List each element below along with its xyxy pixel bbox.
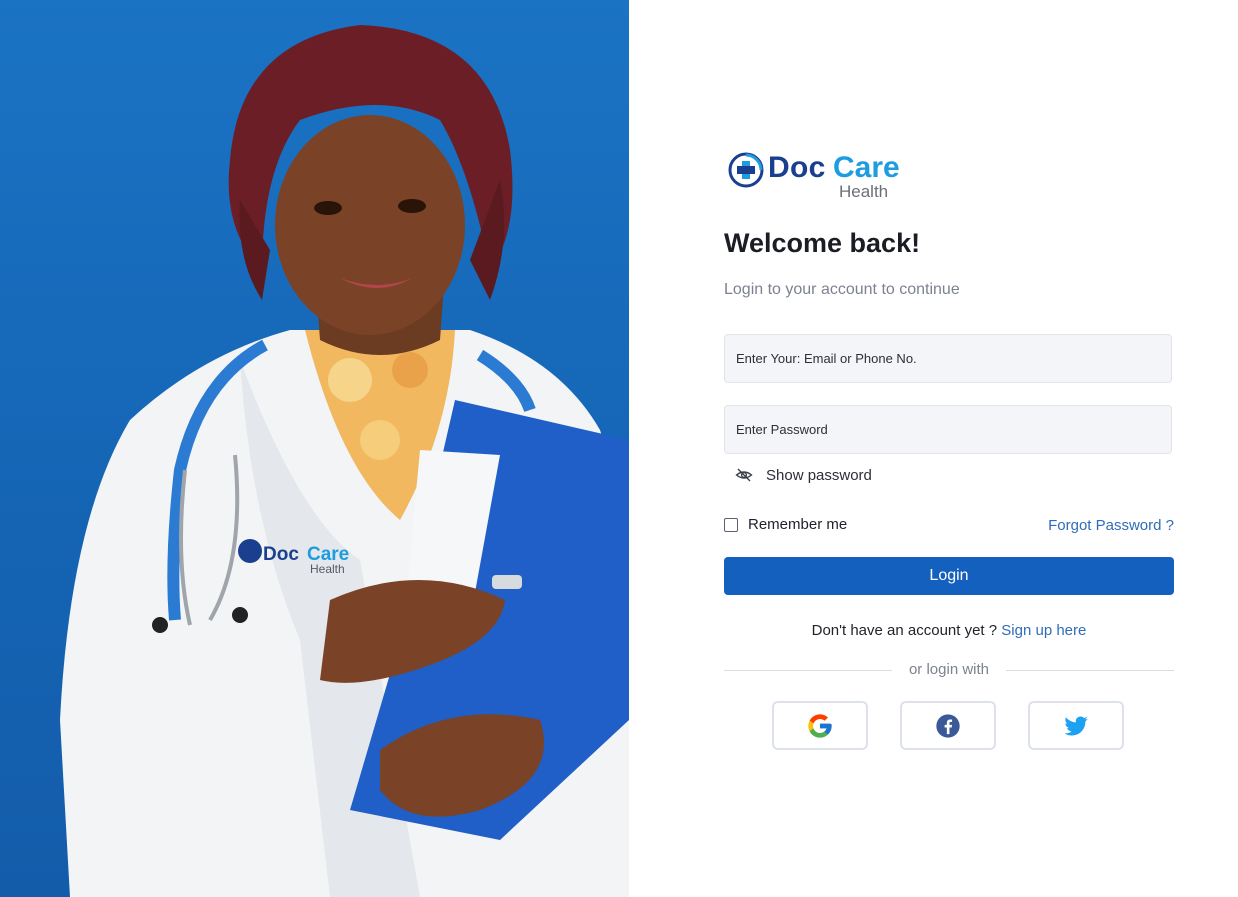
twitter-login-button[interactable] <box>1028 701 1124 750</box>
signup-link[interactable]: Sign up here <box>1001 622 1086 639</box>
twitter-icon <box>1064 715 1088 736</box>
show-password-toggle[interactable]: Show password <box>735 464 872 486</box>
password-field[interactable] <box>724 405 1172 454</box>
email-field[interactable] <box>724 334 1172 383</box>
login-button[interactable]: Login <box>724 557 1174 595</box>
doctor-photo: Doc Care Health <box>60 25 629 897</box>
svg-text:Doc: Doc <box>263 544 299 565</box>
eye-off-icon <box>735 468 753 482</box>
divider-line-right <box>1006 670 1174 671</box>
page-subtitle: Login to your account to continue <box>724 281 960 298</box>
brand-logo: Doc Care Health <box>728 148 928 204</box>
remember-me[interactable]: Remember me <box>724 516 847 533</box>
remember-checkbox[interactable] <box>724 517 738 532</box>
show-password-label: Show password <box>766 466 872 484</box>
medical-cross-icon <box>728 152 764 188</box>
signup-prompt: Don't have an account yet ? Sign up here <box>724 622 1174 639</box>
remember-label: Remember me <box>748 516 848 533</box>
signup-prompt-text: Don't have an account yet ? <box>811 622 998 639</box>
google-icon <box>808 713 832 738</box>
social-divider: or login with <box>724 660 1174 680</box>
brand-tagline: Health <box>839 182 889 201</box>
facebook-login-button[interactable] <box>900 701 996 750</box>
forgot-password-link[interactable]: Forgot Password ? <box>1048 517 1174 534</box>
svg-text:Health: Health <box>310 562 345 576</box>
hero-image-panel: Doc Care Health <box>0 0 629 897</box>
brand-name-doc: Doc <box>768 151 826 184</box>
page-title: Welcome back! <box>724 228 921 258</box>
facebook-icon <box>936 713 960 738</box>
google-login-button[interactable] <box>772 701 868 750</box>
